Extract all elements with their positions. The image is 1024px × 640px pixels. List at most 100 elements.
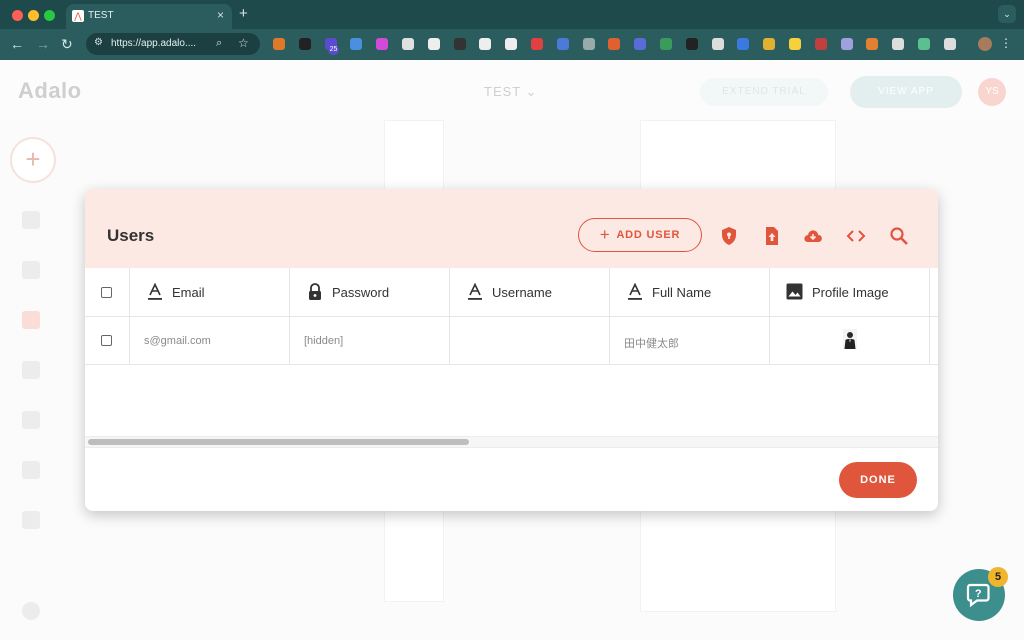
new-tab-icon[interactable]: + (239, 5, 248, 22)
browser-extension-icon[interactable] (763, 38, 776, 50)
help-chat-icon: ? (966, 583, 990, 608)
reload-icon[interactable]: ↻ (61, 36, 73, 53)
browser-extension-icon[interactable] (453, 38, 466, 50)
browser-extension-icon[interactable] (505, 38, 518, 50)
column-header-profile-image[interactable]: Profile Image (769, 268, 930, 316)
browser-extension-icon[interactable] (711, 38, 724, 50)
copy-icon[interactable] (22, 511, 40, 529)
cloud-download-icon[interactable] (803, 226, 823, 246)
add-component-button[interactable]: + (10, 137, 56, 183)
browser-extension-icon[interactable] (479, 38, 492, 50)
user-avatar[interactable]: YS (978, 78, 1006, 106)
browser-extension-icon[interactable] (531, 38, 543, 50)
add-user-button[interactable]: + ADD USER (578, 218, 702, 252)
column-header-username[interactable]: Username (449, 268, 610, 316)
code-icon[interactable] (846, 226, 866, 246)
browser-extension-icon[interactable] (814, 38, 827, 50)
tab-search-chevron-icon[interactable]: ⌄ (998, 5, 1016, 23)
settings-icon[interactable] (22, 361, 40, 379)
browser-extension-icon[interactable] (866, 38, 879, 50)
browser-extension-icon[interactable] (789, 38, 801, 50)
column-label: Password (332, 285, 390, 300)
adalo-logo: Adalo (18, 78, 82, 103)
password-cell[interactable]: [hidden] (289, 317, 450, 364)
add-user-label: ADD USER (616, 229, 681, 241)
browser-extension-icon[interactable] (608, 38, 621, 50)
select-all-checkbox[interactable] (101, 287, 112, 298)
horizontal-scrollbar[interactable] (85, 436, 938, 448)
analytics-icon[interactable] (22, 461, 40, 479)
publish-icon[interactable] (22, 411, 40, 429)
bookmark-star-icon[interactable]: ☆ (238, 36, 249, 50)
column-header-email[interactable]: Email (129, 268, 290, 316)
zoom-icon[interactable]: ⌕ (216, 37, 222, 50)
back-icon[interactable]: ← (10, 36, 24, 52)
browser-extension-icon[interactable] (427, 38, 440, 50)
forward-icon[interactable]: → (36, 36, 50, 52)
row-select-cell (85, 317, 130, 364)
browser-extension-icon[interactable] (685, 38, 698, 50)
row-checkbox[interactable] (101, 335, 112, 346)
view-app-button[interactable]: VIEW APP (850, 76, 962, 108)
browser-extension-icon[interactable] (350, 38, 363, 50)
browser-toolbar: ← → ↻ ⚙ https://app.adalo.... ⌕ ☆ 25 ⋮ (0, 29, 1024, 60)
tab-title: TEST (88, 10, 114, 21)
browser-extension-icon[interactable] (660, 38, 672, 50)
scrollbar-thumb[interactable] (88, 439, 469, 445)
svg-text:?: ? (975, 588, 982, 600)
username-cell[interactable] (449, 317, 610, 364)
browser-menu-icon[interactable]: ⋮ (1000, 36, 1012, 50)
text-field-icon (148, 283, 162, 300)
table-row[interactable]: s@gmail.com [hidden] 田中健太郎 (85, 317, 938, 365)
users-collection-modal: Users + ADD USER Email Password Username (85, 189, 938, 511)
column-label: Full Name (652, 285, 712, 300)
browser-extension-icon[interactable] (402, 38, 414, 50)
tab-close-icon[interactable]: × (217, 8, 224, 22)
lock-icon (309, 283, 321, 300)
extend-trial-button[interactable]: EXTEND TRIAL (700, 78, 828, 106)
browser-extension-icon[interactable] (298, 38, 311, 50)
browser-extension-icon[interactable] (943, 38, 956, 50)
done-button[interactable]: DONE (839, 462, 917, 498)
column-header-full-name[interactable]: Full Name (609, 268, 770, 316)
modal-title: Users (107, 226, 155, 245)
browser-extension-icon[interactable] (376, 38, 389, 50)
column-label: Email (172, 285, 205, 300)
browser-tab[interactable]: ⋀ TEST × (66, 4, 232, 29)
browser-extension-icon[interactable] (892, 38, 905, 50)
column-header-password[interactable]: Password (289, 268, 450, 316)
header-select-cell (85, 268, 130, 316)
security-shield-icon[interactable] (719, 226, 739, 246)
adalo-favicon-icon: ⋀ (72, 10, 84, 22)
plus-icon: + (599, 225, 611, 244)
full-name-cell[interactable]: 田中健太郎 (609, 317, 770, 364)
browser-extension-icon[interactable] (273, 38, 285, 50)
project-name: TEST (484, 84, 521, 99)
password-value: [hidden] (304, 335, 344, 347)
extension-badge: 25 (327, 45, 340, 55)
profile-thumbnail (843, 329, 857, 349)
profile-image-cell[interactable] (769, 317, 930, 364)
browser-extension-icon[interactable] (556, 38, 569, 50)
email-value: s@gmail.com (144, 335, 211, 347)
email-cell[interactable]: s@gmail.com (129, 317, 290, 364)
maximize-window-button[interactable] (44, 10, 55, 21)
address-bar[interactable]: ⚙ https://app.adalo.... ⌕ ☆ (86, 33, 260, 55)
browser-extension-icon[interactable] (737, 38, 750, 50)
screens-icon[interactable] (22, 261, 40, 279)
minimize-window-button[interactable] (28, 10, 39, 21)
browser-extension-icon[interactable] (582, 38, 595, 50)
profile-avatar[interactable] (978, 37, 992, 51)
database-icon[interactable] (22, 311, 40, 329)
browser-extension-icon[interactable] (840, 38, 853, 50)
browser-extension-icon[interactable] (918, 38, 930, 50)
tab-bar: ⋀ TEST × + ⌄ (0, 0, 1024, 29)
file-upload-icon[interactable] (762, 226, 782, 246)
project-selector[interactable]: TEST ⌄ (484, 84, 538, 100)
checklist-icon[interactable] (22, 602, 40, 620)
search-icon[interactable] (889, 226, 909, 246)
browser-extension-icon[interactable] (634, 38, 647, 50)
close-window-button[interactable] (12, 10, 23, 21)
site-info-icon[interactable]: ⚙ (94, 37, 103, 48)
branding-icon[interactable] (22, 211, 40, 229)
